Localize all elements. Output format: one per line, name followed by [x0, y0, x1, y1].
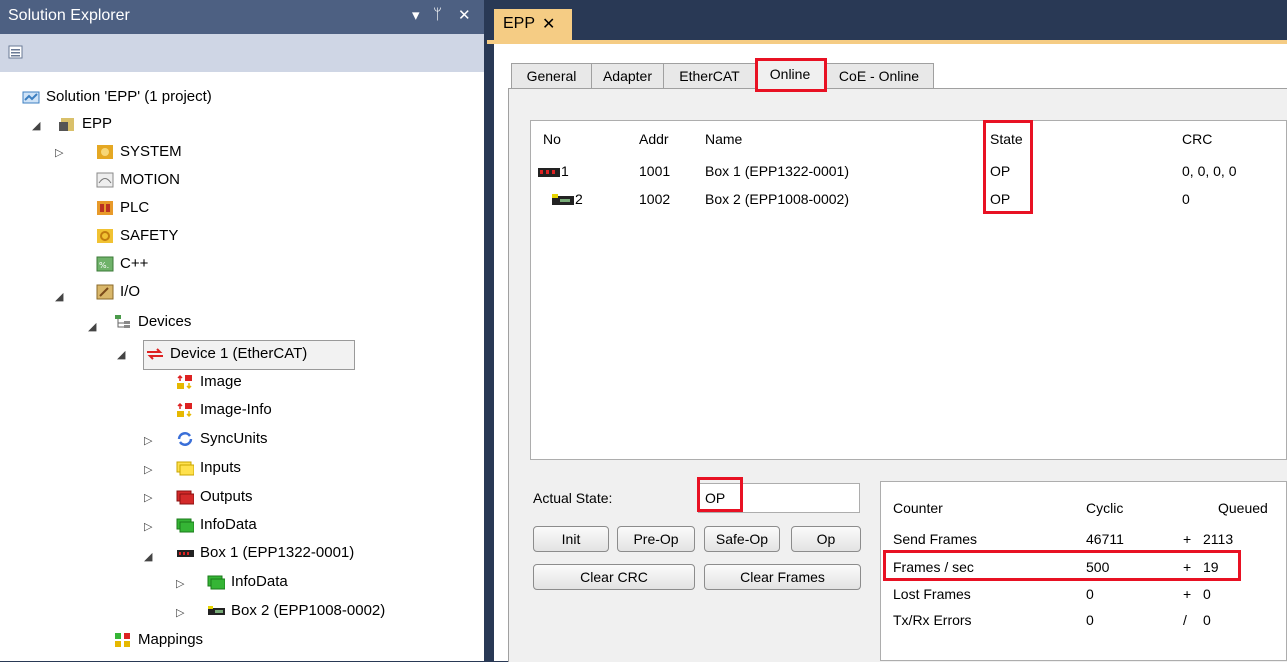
- column-header-addr[interactable]: Addr: [639, 131, 669, 147]
- tree-item-box1-infodata[interactable]: InfoData: [207, 569, 407, 595]
- tab-general[interactable]: General: [511, 63, 592, 88]
- solution-explorer-panel: Solution Explorer ▾ ᛘ ✕ Solution 'EPP' (…: [0, 0, 484, 661]
- op-button[interactable]: Op: [791, 526, 861, 552]
- collapse-arrow-icon[interactable]: ◢: [55, 290, 63, 303]
- expand-arrow-icon[interactable]: ▷: [144, 491, 152, 504]
- actual-state-field: OP: [698, 483, 860, 513]
- tree-item-project[interactable]: EPP: [58, 111, 258, 137]
- syncunits-icon: [177, 432, 193, 446]
- tab-coe-online[interactable]: CoE - Online: [824, 63, 934, 88]
- outputs-icon: [176, 490, 194, 505]
- tree-item-devices[interactable]: Devices: [114, 309, 314, 335]
- tree-item-image-info[interactable]: Image-Info: [176, 397, 376, 423]
- column-header-counter: Counter: [893, 500, 943, 516]
- tree-item-solution[interactable]: Solution 'EPP' (1 project): [22, 84, 322, 110]
- collapse-arrow-icon[interactable]: ◢: [117, 348, 125, 361]
- tree-item-io[interactable]: I/O: [96, 279, 296, 305]
- solution-explorer-toolbar: [0, 34, 484, 72]
- image-icon: [177, 374, 192, 390]
- document-tabbar: [487, 0, 1287, 40]
- column-header-name[interactable]: Name: [705, 131, 742, 147]
- motion-icon: [96, 172, 114, 188]
- actual-state-label: Actual State:: [533, 490, 613, 506]
- expand-arrow-icon[interactable]: ▷: [144, 434, 152, 447]
- io-icon: [96, 284, 114, 300]
- plc-icon: [97, 201, 113, 215]
- image-info-icon: [177, 402, 192, 418]
- properties-icon[interactable]: [8, 44, 24, 60]
- column-header-crc[interactable]: CRC: [1182, 131, 1212, 147]
- collapse-arrow-icon[interactable]: ◢: [32, 119, 40, 132]
- tree-item-syncunits[interactable]: SyncUnits: [176, 426, 376, 452]
- tab-adapter[interactable]: Adapter: [591, 63, 664, 88]
- column-header-cyclic: Cyclic: [1086, 500, 1124, 516]
- tree-item-system[interactable]: SYSTEM: [96, 139, 296, 165]
- frame-counters-table: Counter Cyclic Queued Send Frames 46711 …: [880, 481, 1287, 661]
- tree-item-plc[interactable]: PLC: [96, 195, 296, 221]
- column-header-state[interactable]: State: [990, 131, 1023, 147]
- mappings-icon: [115, 633, 130, 647]
- devices-icon: [115, 315, 130, 328]
- panel-title: Solution Explorer: [8, 7, 130, 24]
- safe-op-button[interactable]: Safe-Op: [704, 526, 780, 552]
- inputs-icon: [176, 461, 194, 476]
- device-state-list[interactable]: No Addr Name State CRC 1 1001 Box 1 (EPP…: [530, 120, 1287, 460]
- tree-item-device1[interactable]: Device 1 (EtherCAT): [143, 340, 355, 370]
- pin-icon[interactable]: ᛘ: [433, 6, 442, 23]
- tab-ethercat[interactable]: EtherCAT: [663, 63, 756, 88]
- solution-icon: [22, 91, 40, 104]
- expand-arrow-icon[interactable]: ▷: [144, 520, 152, 533]
- collapse-arrow-icon[interactable]: ◢: [144, 550, 152, 563]
- close-icon[interactable]: ✕: [458, 6, 471, 24]
- infodata-icon: [176, 518, 194, 533]
- tree-item-box1[interactable]: Box 1 (EPP1322-0001): [176, 540, 396, 566]
- clear-crc-button[interactable]: Clear CRC: [533, 564, 695, 590]
- tree-item-mappings[interactable]: Mappings: [114, 627, 314, 653]
- tree-item-infodata[interactable]: InfoData: [176, 512, 376, 538]
- column-header-queued: Queued: [1218, 500, 1268, 516]
- solution-explorer-titlebar: Solution Explorer ▾ ᛘ ✕: [0, 0, 484, 34]
- document-tab-epp[interactable]: EPP ✕: [494, 9, 572, 40]
- project-icon: [59, 118, 74, 131]
- tree-item-motion[interactable]: MOTION: [96, 167, 296, 193]
- box-icon: [538, 168, 560, 177]
- expand-arrow-icon[interactable]: ▷: [55, 146, 63, 159]
- expand-arrow-icon[interactable]: ▷: [176, 577, 184, 590]
- svg-text:%.: %.: [99, 261, 109, 270]
- close-tab-icon[interactable]: ✕: [542, 14, 555, 34]
- dropdown-icon[interactable]: ▾: [412, 6, 420, 24]
- system-icon: [97, 145, 113, 159]
- tree-item-inputs[interactable]: Inputs: [176, 455, 376, 481]
- init-button[interactable]: Init: [533, 526, 609, 552]
- tree-item-cpp[interactable]: %. C++: [96, 251, 296, 277]
- cpp-icon: %.: [96, 256, 114, 272]
- pre-op-button[interactable]: Pre-Op: [617, 526, 695, 552]
- tree-item-safety[interactable]: SAFETY: [96, 223, 296, 249]
- box-icon: [552, 194, 574, 205]
- infodata-icon: [207, 575, 225, 590]
- tree-item-box2[interactable]: Box 2 (EPP1008-0002): [207, 598, 437, 624]
- expand-arrow-icon[interactable]: ▷: [176, 606, 184, 619]
- box-icon: [177, 550, 194, 557]
- collapse-arrow-icon[interactable]: ◢: [88, 320, 96, 333]
- column-header-no[interactable]: No: [543, 131, 561, 147]
- tree-item-image[interactable]: Image: [176, 369, 376, 395]
- tree-item-outputs[interactable]: Outputs: [176, 484, 376, 510]
- tab-online[interactable]: Online: [755, 59, 825, 89]
- expand-arrow-icon[interactable]: ▷: [144, 463, 152, 476]
- clear-frames-button[interactable]: Clear Frames: [704, 564, 861, 590]
- safety-icon: [97, 229, 113, 243]
- ethercat-device-icon: [147, 348, 163, 360]
- box-icon: [208, 606, 225, 615]
